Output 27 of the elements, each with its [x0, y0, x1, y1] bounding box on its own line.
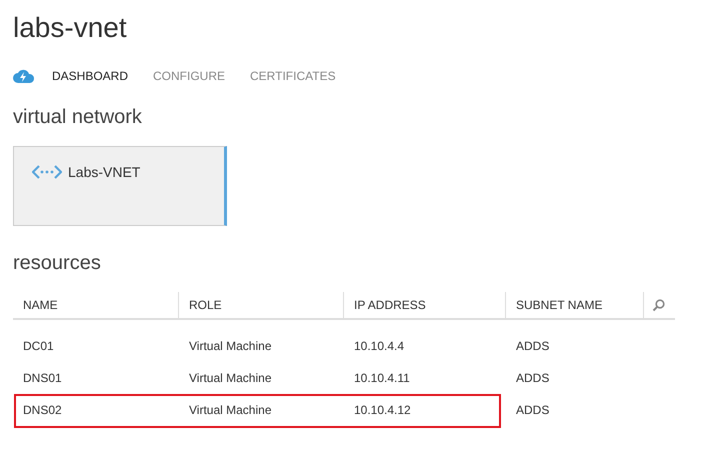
section-heading: virtual network	[13, 105, 143, 130]
search-icon[interactable]	[652, 298, 665, 312]
table-cell-text: Virtual Machine	[188, 338, 272, 355]
table-cell-text: DNS02	[22, 402, 63, 419]
network-name: Labs-VNET	[68, 163, 140, 182]
table-cell-text: DC01	[22, 338, 55, 355]
network-icon	[32, 164, 62, 180]
table-cell-text: 10.10.4.4	[353, 338, 406, 355]
table-cell-text: 10.10.4.12	[353, 402, 412, 419]
table-cell-text: DNS01	[22, 370, 63, 387]
nav-tab[interactable]: DASHBOARD	[52, 67, 128, 85]
table-cell-text: ADDS	[515, 338, 550, 355]
table-cell-text: 10.10.4.11	[353, 370, 411, 387]
network-tile[interactable]: Labs-VNET	[13, 146, 227, 226]
table-cell-text: ADDS	[515, 370, 550, 387]
column-header: NAME	[13, 292, 179, 318]
column-header: ROLE	[179, 292, 344, 318]
column-header: SUBNET NAME	[506, 292, 644, 318]
column-header: IP ADDRESS	[344, 292, 506, 318]
nav-tab[interactable]: CONFIGURE	[153, 67, 226, 85]
nav-tab[interactable]: CERTIFICATES	[250, 67, 336, 85]
cloud-icon	[13, 69, 35, 83]
table-cell-text: Virtual Machine	[188, 402, 272, 419]
table-cell-text: Virtual Machine	[188, 370, 272, 387]
section-heading: resources	[13, 251, 102, 276]
page-title: labs-vnet	[13, 11, 128, 45]
table-cell-text: ADDS	[515, 402, 550, 419]
